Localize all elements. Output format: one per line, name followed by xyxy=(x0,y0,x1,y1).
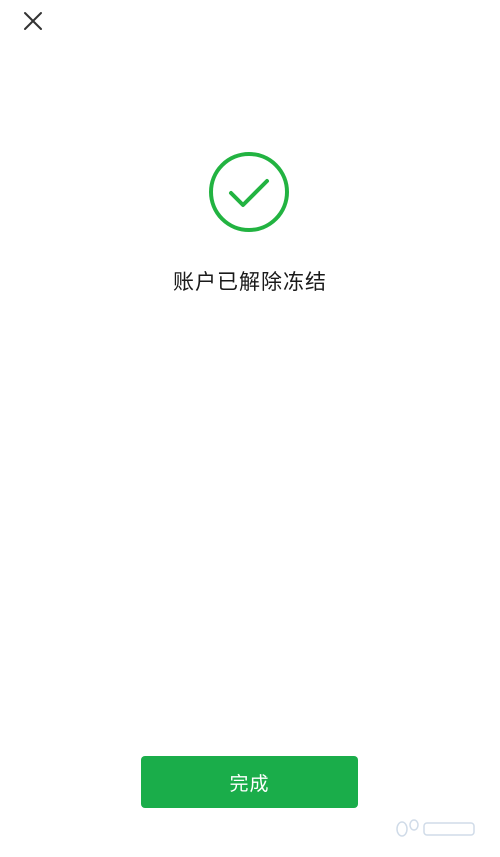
close-icon xyxy=(24,12,42,30)
done-button[interactable]: 完成 xyxy=(141,756,358,808)
success-check-icon xyxy=(207,150,291,234)
status-message: 账户已解除冻结 xyxy=(173,270,327,294)
check-circle-icon xyxy=(209,152,289,232)
watermark-logo xyxy=(394,817,478,841)
watermark-paw-icon xyxy=(396,819,475,837)
close-button[interactable] xyxy=(18,6,48,36)
